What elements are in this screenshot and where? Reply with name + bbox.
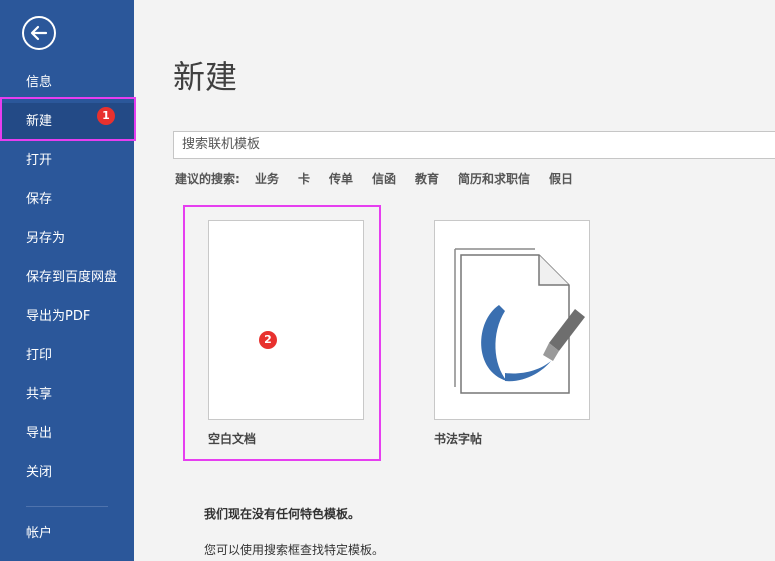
nav-save-as[interactable]: 另存为 — [0, 220, 134, 258]
suggestion-flyer[interactable]: 传单 — [329, 170, 353, 187]
template-search-input[interactable]: 搜索联机模板 — [173, 131, 775, 159]
nav-save-to-baidu[interactable]: 保存到百度网盘 — [0, 259, 134, 297]
back-button[interactable] — [22, 16, 56, 50]
suggestion-resume[interactable]: 简历和求职信 — [458, 170, 530, 187]
step-badge-1: 1 — [97, 107, 115, 125]
calligraphy-template-icon — [454, 248, 585, 394]
back-arrow-icon — [30, 25, 48, 41]
search-hint-message: 您可以使用搜索框查找特定模板。 — [204, 543, 385, 557]
nav-save[interactable]: 保存 — [0, 181, 134, 219]
suggestion-holiday[interactable]: 假日 — [549, 170, 573, 187]
nav-export-pdf[interactable]: 导出为PDF — [0, 298, 134, 336]
highlight-box-blank — [183, 205, 381, 461]
suggestion-education[interactable]: 教育 — [415, 170, 439, 187]
highlight-box-new — [0, 97, 136, 141]
nav-account[interactable]: 帐户 — [0, 515, 134, 553]
nav-export[interactable]: 导出 — [0, 415, 134, 453]
nav-open[interactable]: 打开 — [0, 142, 134, 180]
suggestion-card[interactable]: 卡 — [298, 170, 310, 187]
nav-close[interactable]: 关闭 — [0, 454, 134, 492]
template-calligraphy[interactable] — [434, 220, 590, 420]
step-badge-2: 2 — [259, 331, 277, 349]
nav-share[interactable]: 共享 — [0, 376, 134, 414]
nav-print[interactable]: 打印 — [0, 337, 134, 375]
suggestion-business[interactable]: 业务 — [255, 170, 279, 187]
suggestion-letter[interactable]: 信函 — [372, 170, 396, 187]
no-featured-templates-message: 我们现在没有任何特色模板。 — [204, 507, 361, 521]
backstage-sidebar: 信息 新建 打开 保存 另存为 保存到百度网盘 导出为PDF 打印 共享 导出 … — [0, 0, 134, 561]
page-title: 新建 — [173, 58, 238, 96]
nav-divider — [26, 506, 108, 507]
suggested-searches-label: 建议的搜索: — [175, 172, 240, 186]
template-label-calligraphy: 书法字帖 — [434, 432, 483, 446]
